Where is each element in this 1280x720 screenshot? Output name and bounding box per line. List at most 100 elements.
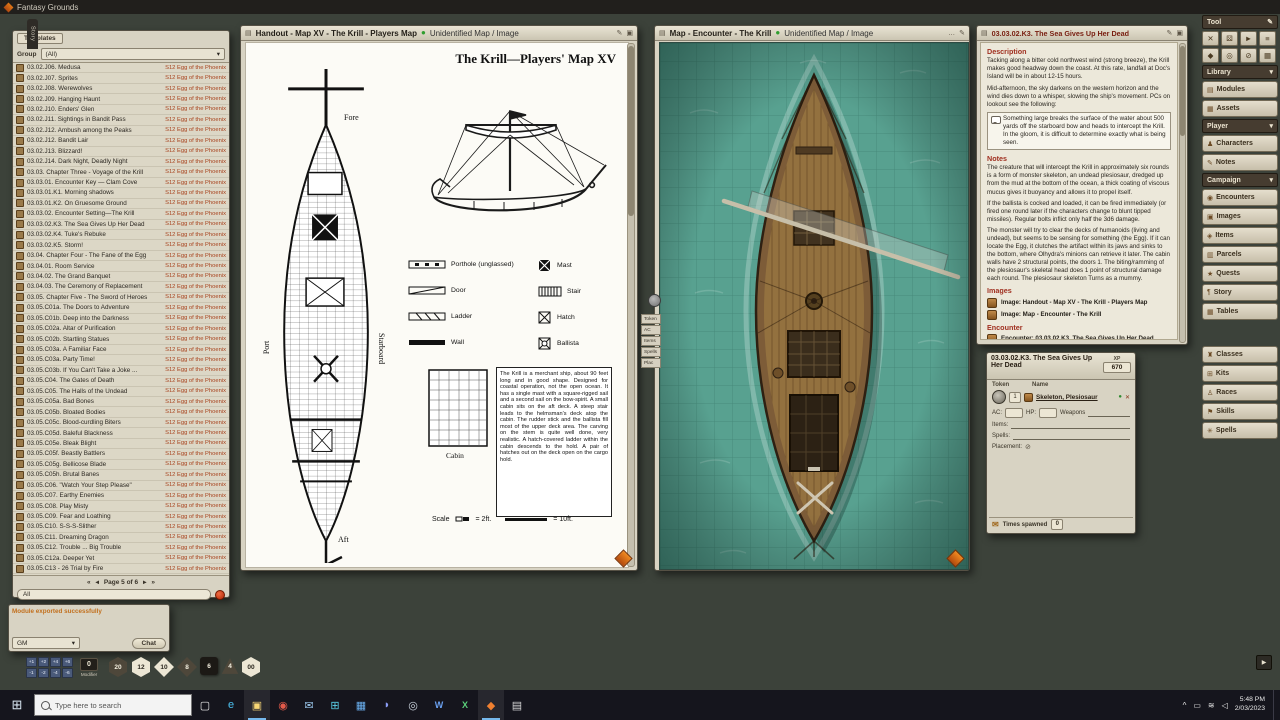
story-scrollbar[interactable]	[1179, 43, 1186, 343]
story-list-item[interactable]: 03.05.C03a. A Familiar Face S12 Egg of t…	[13, 345, 229, 355]
delete-icon[interactable]: ✕	[1125, 394, 1130, 401]
modifier-button[interactable]: +4	[50, 657, 61, 667]
keyboard-icon[interactable]: ▭	[1193, 701, 1201, 710]
story-list-item[interactable]: 03.05.C12a. Deeper Yet S12 Egg of the Ph…	[13, 554, 229, 564]
hidden-tab[interactable]: AC	[641, 325, 661, 335]
tool-button[interactable]: ✕	[1202, 31, 1219, 46]
sidebar-button[interactable]: ◈ Items	[1202, 227, 1278, 244]
network-icon[interactable]: ≋	[1208, 701, 1215, 710]
story-list-item[interactable]: 03.05.C02a. Altar of Purification S12 Eg…	[13, 324, 229, 334]
last-page-icon[interactable]: »	[151, 579, 155, 586]
chat-button[interactable]: Chat	[132, 638, 166, 649]
story-list-item[interactable]: 03.03.02.K3. The Sea Gives Up Her Dead S…	[13, 220, 229, 230]
hidden-tab[interactable]: Token	[641, 314, 661, 324]
chrome-icon[interactable]: ◉	[270, 690, 296, 720]
sidebar-button[interactable]: ⊞ Kits	[1202, 365, 1278, 382]
story-list-item[interactable]: 03.05.C12. Trouble ... Big Trouble S12 E…	[13, 543, 229, 553]
task-view-icon[interactable]: ▢	[192, 690, 218, 720]
tool-button[interactable]: ⚄	[1221, 31, 1238, 46]
sidebar-section-tool[interactable]: Tool ✎	[1202, 15, 1278, 29]
npc-name-link[interactable]: Skeleton, Plesiosaur	[1036, 394, 1098, 401]
story-list-item[interactable]: 03.02.J12. Bandit Lair S12 Egg of the Ph…	[13, 136, 229, 146]
hidden-npc-window[interactable]: Token AC Items Spells Plac	[641, 314, 661, 368]
edit-icon[interactable]: ✎	[959, 29, 965, 37]
ac-field[interactable]	[1005, 408, 1023, 418]
story-entry-title-bar[interactable]: ▤ 03.03.02.K3. The Sea Gives Up Her Dead…	[977, 26, 1187, 41]
story-list-item[interactable]: 03.02.J06. Medusa S12 Egg of the Phoenix	[13, 63, 229, 73]
story-list-item[interactable]: 03.05.C01a. The Doors to Adventure S12 E…	[13, 303, 229, 313]
modifier-value[interactable]: 0	[80, 658, 98, 671]
story-list-item[interactable]: 03.03.01.K2. On Gruesome Ground S12 Egg …	[13, 199, 229, 209]
story-list-item[interactable]: 03.05.C05e. Bleak Blight S12 Egg of the …	[13, 439, 229, 449]
story-list[interactable]: 03.02.J06. Medusa S12 Egg of the Phoenix…	[13, 62, 229, 576]
edit-icon[interactable]: ✎	[1167, 29, 1173, 37]
story-window-side-tab[interactable]: Story	[27, 19, 38, 49]
weapons-field[interactable]	[1088, 409, 1130, 417]
hidden-tab[interactable]: Plac	[641, 358, 661, 368]
story-list-item[interactable]: 03.02.J09. Hanging Haunt S12 Egg of the …	[13, 94, 229, 104]
modifier-button[interactable]: +1	[26, 657, 37, 667]
modifier-button[interactable]: -6	[62, 668, 73, 678]
layers-icon[interactable]: ▣	[1176, 29, 1183, 37]
story-list-item[interactable]: 03.02.J14. Dark Night, Deadly Night S12 …	[13, 157, 229, 167]
story-list-item[interactable]: 03.05.C07. Earthy Enemies S12 Egg of the…	[13, 491, 229, 501]
story-list-item[interactable]: 03.05.C05d. Baleful Blackness S12 Egg of…	[13, 428, 229, 438]
image-link[interactable]: Image: Handout - Map XV - The Krill - Pl…	[987, 298, 1171, 308]
story-list-item[interactable]: 03.04.03. The Ceremony of Replacement S1…	[13, 282, 229, 292]
export-icon[interactable]: ✉	[992, 520, 999, 529]
clear-filter-button[interactable]	[215, 590, 225, 600]
window-anchor-handle[interactable]	[648, 294, 661, 307]
d4-die[interactable]: 4	[221, 657, 239, 675]
story-list-item[interactable]: 03.05.C05b. Bloated Bodies S12 Egg of th…	[13, 407, 229, 417]
items-field[interactable]	[1011, 421, 1130, 429]
image-link[interactable]: Image: Map - Encounter - The Krill	[987, 310, 1171, 320]
group-select[interactable]: (All) ▾	[41, 48, 226, 60]
hp-field[interactable]	[1039, 408, 1057, 418]
story-list-item[interactable]: 03.05.C05c. Blood-curdling Biters S12 Eg…	[13, 418, 229, 428]
sidebar-button[interactable]: ▤ Modules	[1202, 81, 1278, 98]
volume-icon[interactable]: ◁	[1222, 701, 1228, 710]
discord-icon[interactable]: ◗	[374, 690, 400, 720]
story-list-item[interactable]: 03.05.C05h. Brutal Banes S12 Egg of the …	[13, 470, 229, 480]
notepad-icon[interactable]: ▤	[504, 690, 530, 720]
story-list-item[interactable]: 03.02.J08. Werewolves S12 Egg of the Pho…	[13, 84, 229, 94]
sidebar-button[interactable]: ♜ Classes	[1202, 346, 1278, 363]
story-list-item[interactable]: 03.05.C11. Dreaming Dragon S12 Egg of th…	[13, 533, 229, 543]
no-placement-icon[interactable]: ⊘	[1025, 443, 1031, 451]
handout-title-bar[interactable]: ▤ Handout - Map XV - The Krill - Players…	[241, 26, 637, 41]
story-list-item[interactable]: 03.05.C06. "Watch Your Step Please" S12 …	[13, 481, 229, 491]
story-list-item[interactable]: 03.02.J07. Sprites S12 Egg of the Phoeni…	[13, 73, 229, 83]
modifier-button[interactable]: +2	[38, 657, 49, 667]
story-list-item[interactable]: 03.04.02. The Grand Banquet S12 Egg of t…	[13, 272, 229, 282]
tool-button[interactable]: ►	[1240, 31, 1257, 46]
modifier-button[interactable]: -2	[38, 668, 49, 678]
times-spawned-value[interactable]: 0	[1051, 519, 1063, 530]
story-list-item[interactable]: 03.05.C05. The Halls of the Undead S12 E…	[13, 387, 229, 397]
sidebar-button[interactable]: ◉ Encounters	[1202, 189, 1278, 206]
story-list-item[interactable]: 03.05.C01b. Deep into the Darkness S12 E…	[13, 314, 229, 324]
show-desktop-button[interactable]	[1273, 690, 1280, 720]
d20-die[interactable]: 20	[108, 657, 128, 677]
handout-image[interactable]: The Krill—Players' Map XV	[245, 42, 629, 568]
encounter-title-bar[interactable]: 03.03.02.K3. The Sea Gives Up Her Dead X…	[987, 353, 1135, 380]
excel-icon[interactable]: X	[452, 690, 478, 720]
story-list-item[interactable]: 03.02.J11. Sightings in Bandit Pass S12 …	[13, 115, 229, 125]
story-list-item[interactable]: 03.04.01. Room Service S12 Egg of the Ph…	[13, 261, 229, 271]
tool-button[interactable]: ≡	[1259, 31, 1276, 46]
npc-token[interactable]	[992, 390, 1006, 404]
sidebar-button[interactable]: ★ Quests	[1202, 265, 1278, 282]
story-list-item[interactable]: 03.03.01.K1. Morning shadows S12 Egg of …	[13, 188, 229, 198]
story-list-item[interactable]: 03.03.02.K4. Tuke's Rebuke S12 Egg of th…	[13, 230, 229, 240]
story-list-item[interactable]: 03.05.C03a. Party Time! S12 Egg of the P…	[13, 355, 229, 365]
modifier-button[interactable]: -4	[50, 668, 61, 678]
xp-value[interactable]: 670	[1103, 362, 1131, 373]
taskbar-search[interactable]: Type here to search	[34, 694, 192, 716]
story-list-item[interactable]: 03.02.J10. Enders' Glen S12 Egg of the P…	[13, 105, 229, 115]
mail-icon[interactable]: ✉	[296, 690, 322, 720]
sidebar-button[interactable]: ✎ Notes	[1202, 154, 1278, 171]
map-title-bar[interactable]: ▤ Map - Encounter - The Krill ● Unidenti…	[655, 26, 969, 41]
tray-chevron-icon[interactable]: ^	[1183, 701, 1187, 710]
map-canvas[interactable]	[659, 42, 969, 570]
tool-button[interactable]: ◆	[1202, 48, 1219, 63]
story-list-item[interactable]: 03.05. Chapter Five - The Sword of Heroe…	[13, 293, 229, 303]
